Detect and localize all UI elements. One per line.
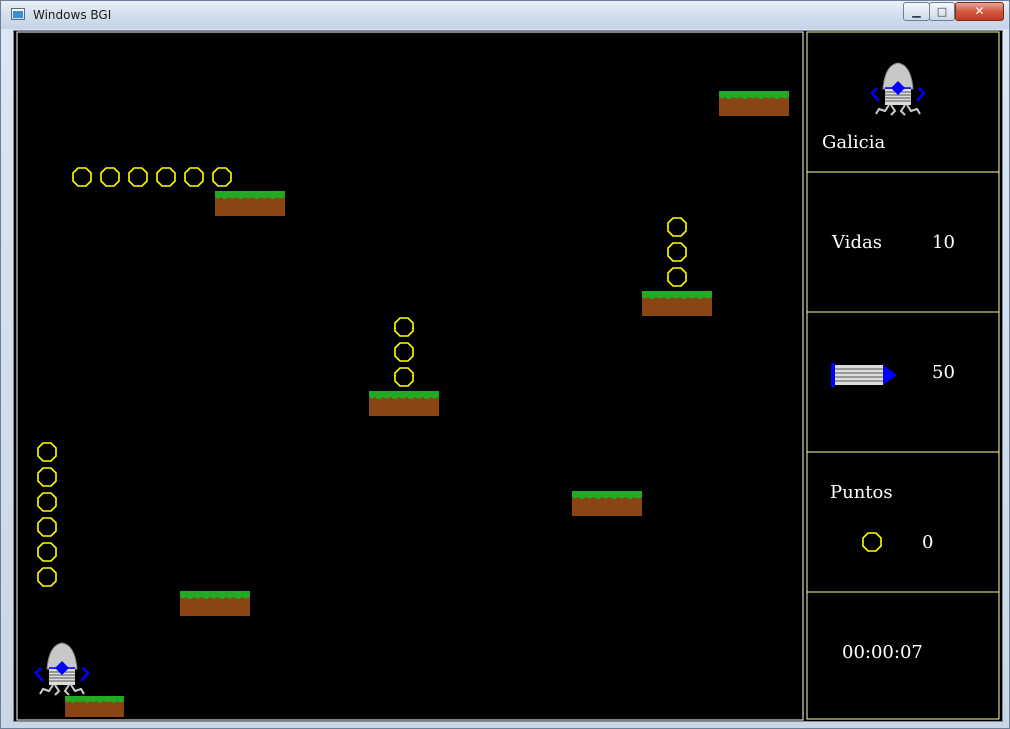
- window-title: Windows BGI: [33, 8, 112, 22]
- platform: [642, 291, 712, 316]
- hud-points-box: [806, 451, 1000, 593]
- coin-icon: [156, 167, 176, 187]
- bullet-ammo-icon: [831, 363, 897, 387]
- maximize-button[interactable]: □: [929, 2, 955, 21]
- close-button[interactable]: ✕: [955, 2, 1004, 21]
- platform: [719, 91, 789, 116]
- coin-icon: [100, 167, 120, 187]
- play-area-border: [16, 31, 804, 721]
- app-icon: [11, 8, 25, 20]
- coin-icon: [667, 267, 687, 287]
- platform: [369, 391, 439, 416]
- points-value: 0: [922, 532, 933, 553]
- minimize-button[interactable]: ▁: [903, 2, 930, 21]
- ground-platform: [65, 696, 124, 717]
- coin-icon: [37, 542, 57, 562]
- platform: [215, 191, 285, 216]
- points-label: Puntos: [830, 482, 893, 503]
- platform: [572, 491, 642, 516]
- timer: 00:00:07: [842, 642, 923, 663]
- game-window: Windows BGI ▁ □ ✕ Galicia Vidas 10 50 Pu…: [0, 0, 1010, 729]
- coin-icon: [37, 442, 57, 462]
- robot-player-icon: [870, 61, 926, 117]
- coin-icon: [394, 367, 414, 387]
- title-bar[interactable]: Windows BGI ▁ □ ✕: [1, 1, 1009, 29]
- platform: [180, 591, 250, 616]
- coin-icon: [37, 467, 57, 487]
- coin-icon: [37, 517, 57, 537]
- coin-icon: [394, 317, 414, 337]
- coin-icon: [128, 167, 148, 187]
- coin-icon: [394, 342, 414, 362]
- coin-icon: [212, 167, 232, 187]
- ammo-value: 50: [932, 362, 955, 383]
- lives-label: Vidas: [831, 232, 882, 253]
- coin-icon: [667, 217, 687, 237]
- coin-icon: [72, 167, 92, 187]
- player-name: Galicia: [822, 132, 885, 153]
- hud-panel: Galicia Vidas 10 50 Puntos 0 00:00:07: [806, 31, 1000, 720]
- game-canvas[interactable]: Galicia Vidas 10 50 Puntos 0 00:00:07: [13, 30, 1003, 722]
- lives-value: 10: [932, 232, 955, 253]
- coin-icon: [37, 567, 57, 587]
- game-scene: Galicia Vidas 10 50 Puntos 0 00:00:07: [16, 31, 1000, 721]
- coin-icon: [37, 492, 57, 512]
- coin-icon: [184, 167, 204, 187]
- player-robot-icon: [34, 641, 90, 697]
- coin-icon: [667, 242, 687, 262]
- coin-icon: [862, 532, 882, 552]
